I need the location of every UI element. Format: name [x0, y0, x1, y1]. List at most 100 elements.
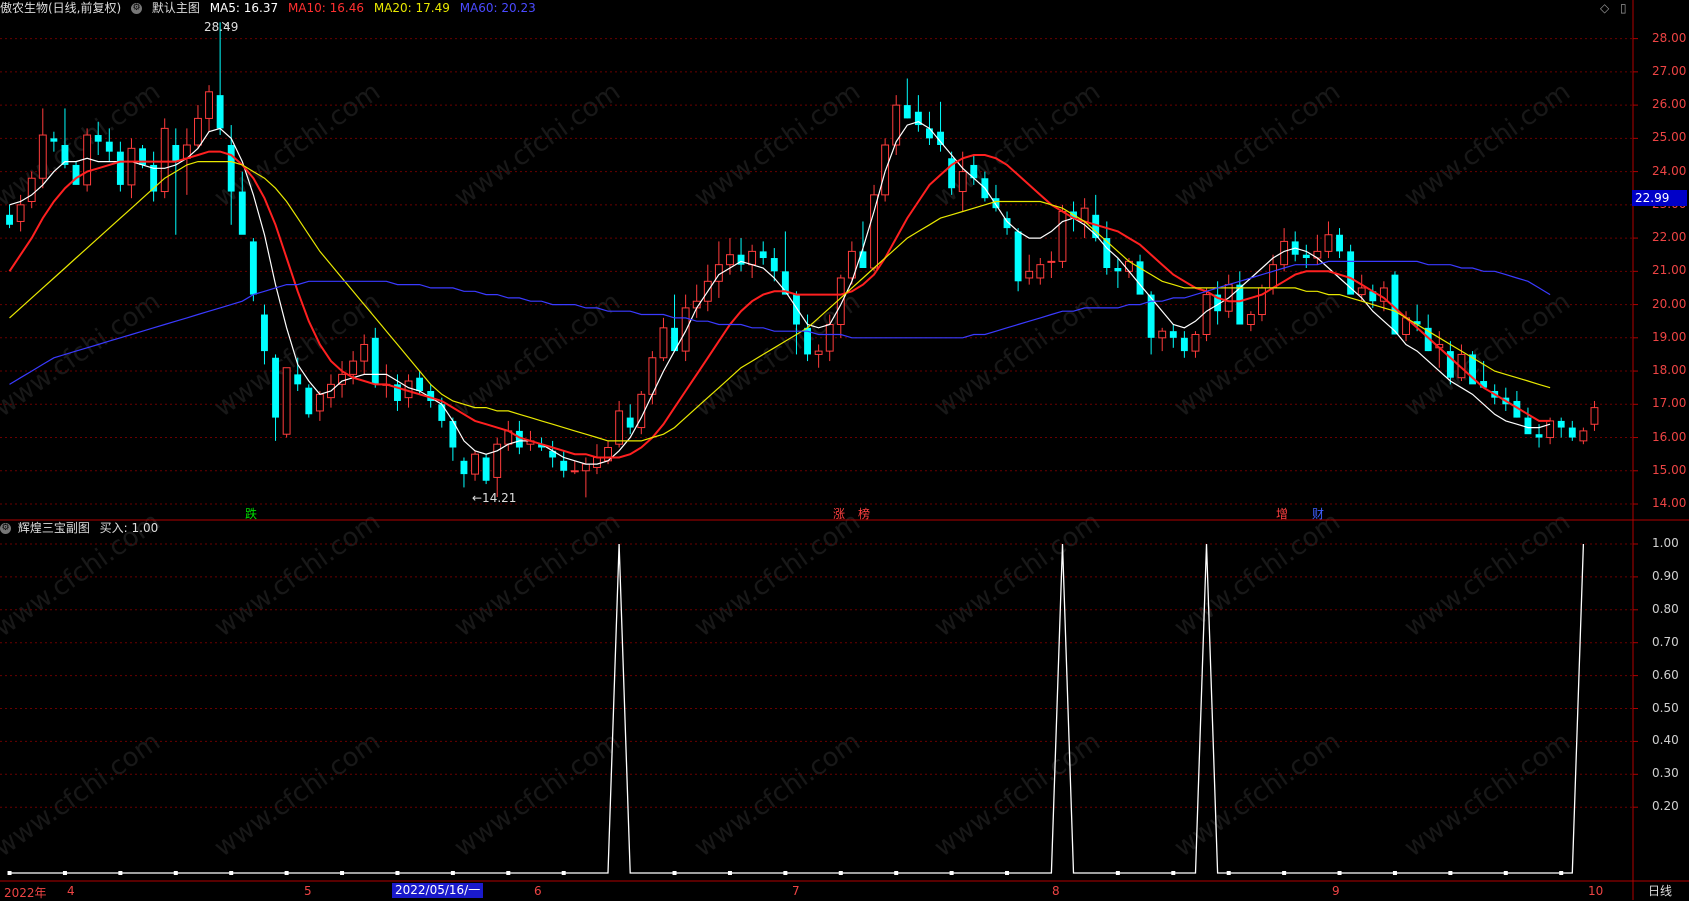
candle-body — [770, 258, 778, 272]
signal-zhang: 涨 — [833, 507, 846, 521]
candle-body — [272, 357, 279, 418]
signal-dot — [229, 871, 234, 875]
signal-dot — [1392, 871, 1397, 875]
signal-die: 跌 — [245, 507, 258, 521]
signal-dot — [7, 871, 12, 875]
candle-body — [1557, 420, 1565, 428]
candle-body — [1258, 287, 1266, 316]
ma-line-ma60 — [9, 260, 1551, 385]
x-label-5: 5 — [304, 884, 312, 898]
candle-body — [814, 350, 823, 355]
candle-body — [238, 191, 246, 235]
high-annotation: 28.49 — [204, 20, 239, 34]
candle-body — [1336, 234, 1343, 252]
candle-body — [160, 127, 169, 193]
candle-body — [205, 91, 213, 119]
signal-dot — [783, 871, 788, 875]
price-axis-label: 16.00 — [1652, 429, 1687, 444]
signal-dot — [1448, 871, 1453, 875]
x-label-9: 9 — [1332, 884, 1340, 898]
candle-body — [460, 460, 468, 475]
signal-dot — [506, 871, 511, 875]
sub-chart-title[interactable]: 辉煌三宝副图 — [18, 521, 90, 535]
signal-dot — [838, 871, 843, 875]
price-axis-label: 14.00 — [1652, 496, 1687, 511]
candle-body — [870, 194, 878, 269]
x-label-10: 10 — [1588, 884, 1604, 898]
candle-body — [1169, 331, 1177, 338]
candle-body — [926, 128, 933, 139]
signal-dot — [1337, 871, 1342, 875]
candle-body — [659, 327, 668, 359]
candle-body — [1180, 337, 1188, 352]
candle-body — [593, 456, 601, 468]
candle-body — [1025, 270, 1034, 279]
candle-body — [626, 417, 634, 428]
price-axis-label: 25.00 — [1652, 130, 1687, 145]
candle-body — [1103, 238, 1111, 268]
signal-dot — [395, 871, 400, 875]
sub-axis-label: 1.00 — [1652, 536, 1679, 550]
signal-dot — [1226, 871, 1231, 875]
ma-line-ma5 — [9, 121, 1551, 465]
candle-body — [1158, 330, 1167, 339]
candle-body — [748, 250, 757, 266]
price-axis-label: 21.00 — [1652, 263, 1687, 278]
candle-body — [438, 404, 446, 421]
candle-body — [992, 198, 1000, 209]
candle-body — [793, 294, 800, 325]
candle-body — [759, 251, 767, 259]
candle-body — [72, 164, 80, 185]
signal-zeng: 增 — [1276, 507, 1289, 521]
sub-axis-label: 0.60 — [1652, 667, 1679, 682]
candle-body — [1302, 254, 1310, 259]
signal-dot — [340, 871, 345, 875]
candle-body — [1546, 420, 1555, 439]
candle-body — [903, 105, 911, 119]
current-price-tag: 22.99 — [1632, 190, 1687, 206]
candle-body — [482, 457, 490, 481]
signal-dot — [1503, 871, 1508, 875]
candle-body — [615, 410, 624, 445]
price-axis-label: 28.00 — [1652, 30, 1687, 45]
candle-body — [282, 367, 291, 435]
candle-body — [360, 343, 369, 362]
candle-body — [16, 204, 25, 222]
price-axis-label: 24.00 — [1652, 163, 1687, 178]
candle-body — [1036, 264, 1045, 279]
x-selected-date: 2022/05/16/一 — [392, 883, 484, 898]
sub-chart-value: 买入: 1.00 — [99, 521, 159, 535]
candle-body — [1535, 434, 1543, 438]
candle-body — [1202, 294, 1211, 335]
period-button[interactable]: 日线 — [1648, 882, 1672, 899]
sub-axis-label: 0.70 — [1652, 634, 1679, 649]
signal-dot — [118, 871, 123, 875]
sub-settings-icon[interactable]: ⚙ — [0, 523, 11, 534]
sub-chart-header: ⚙ 辉煌三宝副图 买入: 1.00 — [0, 521, 158, 535]
price-axis-label: 19.00 — [1652, 329, 1687, 344]
candle-body — [1357, 287, 1366, 296]
candle-body — [194, 117, 202, 146]
low-annotation: ←14.21 — [472, 491, 517, 505]
signal-dot — [561, 871, 566, 875]
candle-body — [1579, 430, 1588, 442]
candle-body — [681, 307, 690, 352]
price-axis-label: 18.00 — [1652, 363, 1687, 378]
candle-body — [294, 374, 302, 385]
candle-body — [416, 377, 424, 391]
signal-dot — [173, 871, 178, 875]
candle-body — [1047, 260, 1056, 263]
sub-axis-label: 0.30 — [1652, 766, 1679, 781]
chart-svg — [0, 0, 1689, 900]
candle-body — [1058, 210, 1067, 262]
candle-body — [471, 453, 479, 475]
sub-axis-label: 0.90 — [1652, 568, 1679, 583]
price-axis-label: 17.00 — [1652, 396, 1687, 411]
candle-body — [1014, 231, 1022, 282]
signal-dot — [62, 871, 67, 875]
candle-body — [1114, 268, 1122, 272]
candle-body — [1269, 264, 1277, 289]
candle-body — [560, 460, 568, 471]
candle-body — [315, 393, 324, 412]
candle-body — [570, 470, 579, 473]
